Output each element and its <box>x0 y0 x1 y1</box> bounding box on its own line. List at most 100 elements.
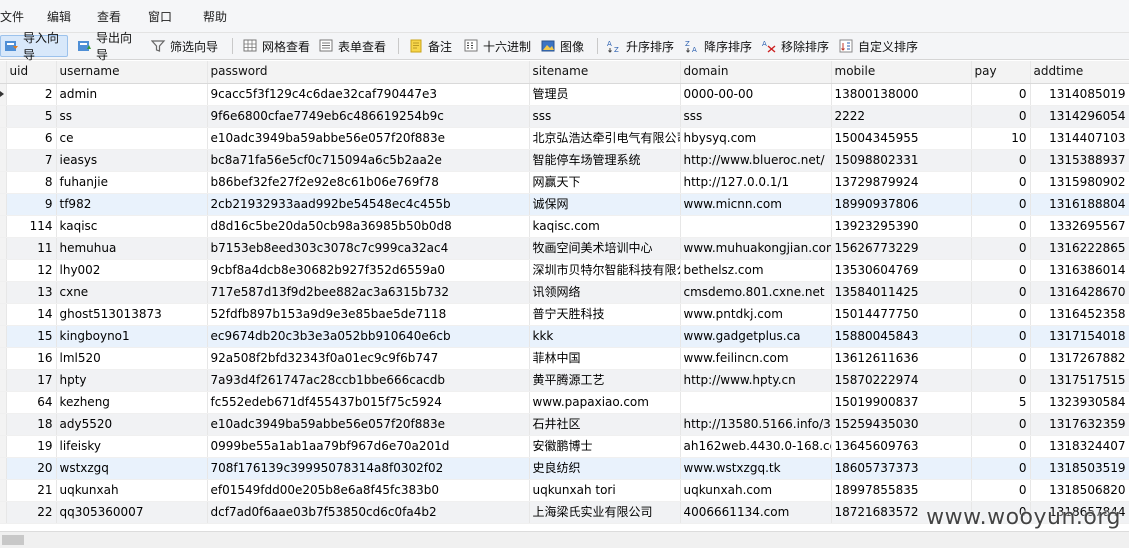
sort-descending-button[interactable]: ZA 降序排序 <box>682 35 756 57</box>
cell-uid[interactable]: 20 <box>6 457 57 480</box>
cell-password[interactable]: b86bef32fe27f2e92e8c61b06e769f78 <box>207 171 530 194</box>
cell-mobile[interactable]: 15014477750 <box>831 303 972 326</box>
cell-uid[interactable]: 13 <box>6 281 57 304</box>
cell-password[interactable]: 717e587d13f9d2bee882ac3a6315b732 <box>207 281 530 304</box>
column-header-mobile[interactable]: mobile <box>831 61 972 84</box>
cell-password[interactable]: 9cbf8a4dcb8e30682b927f352d6559a0 <box>207 259 530 282</box>
cell-mobile[interactable]: 15880045843 <box>831 325 972 348</box>
cell-uid[interactable]: 16 <box>6 347 57 370</box>
cell-mobile[interactable]: 13530604769 <box>831 259 972 282</box>
cell-password[interactable]: 9cacc5f3f129c4c6dae32caf790447e3 <box>207 83 530 106</box>
remove-sort-button[interactable]: A 移除排序 <box>759 35 833 57</box>
cell-pay[interactable]: 5 <box>971 391 1031 414</box>
cell-domain[interactable]: cmsdemo.801.cxne.net <box>680 281 832 304</box>
cell-username[interactable]: lifeisky <box>56 435 208 458</box>
cell-mobile[interactable]: 13800138000 <box>831 83 972 106</box>
table-row[interactable]: 17 hpty 7a93d4f261747ac28ccb1bbe666cacdb 黄平… <box>0 369 1129 392</box>
cell-sitename[interactable]: 石井社区 <box>529 413 681 436</box>
cell-pay[interactable]: 0 <box>971 347 1031 370</box>
cell-mobile[interactable]: 13584011425 <box>831 281 972 304</box>
row-selector[interactable] <box>0 435 7 458</box>
cell-domain[interactable]: www.feilincn.com <box>680 347 832 370</box>
cell-sitename[interactable]: www.papaxiao.com <box>529 391 681 414</box>
row-selector[interactable] <box>0 479 7 502</box>
cell-username[interactable]: kingboyno1 <box>56 325 208 348</box>
cell-domain[interactable] <box>680 215 832 238</box>
cell-addtime[interactable]: 1323930584 <box>1030 391 1129 414</box>
table-row[interactable]: 114 kaqisc d8d16c5be20da50cb98a36985b50b0d… <box>0 215 1129 238</box>
hex-button[interactable]: 十六进制 <box>461 35 535 57</box>
note-button[interactable]: 备注 <box>406 35 456 57</box>
cell-mobile[interactable]: 13612611636 <box>831 347 972 370</box>
column-header-uid[interactable]: uid <box>6 61 57 84</box>
cell-uid[interactable]: 2 <box>6 83 57 106</box>
cell-uid[interactable]: 64 <box>6 391 57 414</box>
cell-uid[interactable]: 21 <box>6 479 57 502</box>
cell-pay[interactable]: 0 <box>971 457 1031 480</box>
cell-password[interactable]: dcf7ad0f6aae03b7f53850cd6c0fa4b2 <box>207 501 530 524</box>
grid-view-button[interactable]: 网格查看 <box>240 35 314 57</box>
row-selector[interactable] <box>0 457 7 480</box>
menu-edit[interactable]: 编辑 <box>47 8 71 25</box>
cell-addtime[interactable]: 1318503519 <box>1030 457 1129 480</box>
cell-uid[interactable]: 18 <box>6 413 57 436</box>
cell-pay[interactable]: 0 <box>971 259 1031 282</box>
cell-sitename[interactable]: sss <box>529 105 681 128</box>
cell-uid[interactable]: 5 <box>6 105 57 128</box>
cell-username[interactable]: ce <box>56 127 208 150</box>
row-selector[interactable] <box>0 501 7 524</box>
cell-mobile[interactable]: 18605737373 <box>831 457 972 480</box>
cell-domain[interactable]: www.pntdkj.com <box>680 303 832 326</box>
cell-domain[interactable]: ah162web.4430.0-168.com <box>680 435 832 458</box>
table-row[interactable]: 15 kingboyno1 ec9674db20c3b3e3a052bb910640… <box>0 325 1129 348</box>
row-selector[interactable] <box>0 171 7 194</box>
cell-pay[interactable]: 0 <box>971 479 1031 502</box>
cell-password[interactable]: 7a93d4f261747ac28ccb1bbe666cacdb <box>207 369 530 392</box>
table-row[interactable]: 8 fuhanjie b86bef32fe27f2e92e8c61b06e769f7… <box>0 171 1129 194</box>
cell-pay[interactable]: 0 <box>971 369 1031 392</box>
menu-help[interactable]: 帮助 <box>203 8 227 25</box>
custom-sort-button[interactable]: 自定义排序 <box>836 35 922 57</box>
row-selector[interactable] <box>0 259 7 282</box>
cell-pay[interactable]: 0 <box>971 149 1031 172</box>
row-selector[interactable] <box>0 149 7 172</box>
cell-domain[interactable]: www.wstxzgq.tk <box>680 457 832 480</box>
cell-password[interactable]: 52fdfb897b153a9d9e3e85bae5de7118 <box>207 303 530 326</box>
cell-username[interactable]: kaqisc <box>56 215 208 238</box>
cell-sitename[interactable]: 史良纺织 <box>529 457 681 480</box>
cell-sitename[interactable]: 牧画空间美术培训中心 <box>529 237 681 260</box>
cell-sitename[interactable]: 诚保网 <box>529 193 681 216</box>
cell-username[interactable]: cxne <box>56 281 208 304</box>
cell-domain[interactable]: www.gadgetplus.ca <box>680 325 832 348</box>
horizontal-scrollbar[interactable] <box>0 531 1129 548</box>
cell-username[interactable]: uqkunxah <box>56 479 208 502</box>
cell-password[interactable]: ec9674db20c3b3e3a052bb910640e6cb <box>207 325 530 348</box>
table-row[interactable]: 6 ce e10adc3949ba59abbe56e057f20f883e 北京弘浩达… <box>0 127 1129 150</box>
row-selector[interactable] <box>0 391 7 414</box>
row-selector[interactable] <box>0 127 7 150</box>
column-header-sitename[interactable]: sitename <box>529 61 681 84</box>
cell-username[interactable]: wstxzgq <box>56 457 208 480</box>
cell-username[interactable]: ady5520 <box>56 413 208 436</box>
cell-uid[interactable]: 7 <box>6 149 57 172</box>
cell-password[interactable]: fc552edeb671df455437b015f75c5924 <box>207 391 530 414</box>
cell-sitename[interactable]: kkk <box>529 325 681 348</box>
cell-mobile[interactable]: 13729879924 <box>831 171 972 194</box>
table-row[interactable]: 20 wstxzgq 708f176139c39995078314a8f0302f0… <box>0 457 1129 480</box>
cell-sitename[interactable]: uqkunxah tori <box>529 479 681 502</box>
cell-uid[interactable]: 19 <box>6 435 57 458</box>
cell-uid[interactable]: 14 <box>6 303 57 326</box>
cell-addtime[interactable]: 1332695567 <box>1030 215 1129 238</box>
row-selector[interactable] <box>0 281 7 304</box>
cell-username[interactable]: hemuhua <box>56 237 208 260</box>
cell-addtime[interactable]: 1315980902 <box>1030 171 1129 194</box>
cell-sitename[interactable]: kaqisc.com <box>529 215 681 238</box>
table-row[interactable]: 5 ss 9f6e6800cfae7749eb6c486619254b9c sss ss… <box>0 105 1129 128</box>
cell-password[interactable]: 0999be55a1ab1aa79bf967d6e70a201d <box>207 435 530 458</box>
cell-domain[interactable]: www.muhuakongjian.com <box>680 237 832 260</box>
cell-username[interactable]: fuhanjie <box>56 171 208 194</box>
cell-pay[interactable]: 0 <box>971 171 1031 194</box>
cell-password[interactable]: 708f176139c39995078314a8f0302f02 <box>207 457 530 480</box>
cell-addtime[interactable]: 1316188804 <box>1030 193 1129 216</box>
column-header-pay[interactable]: pay <box>971 61 1031 84</box>
